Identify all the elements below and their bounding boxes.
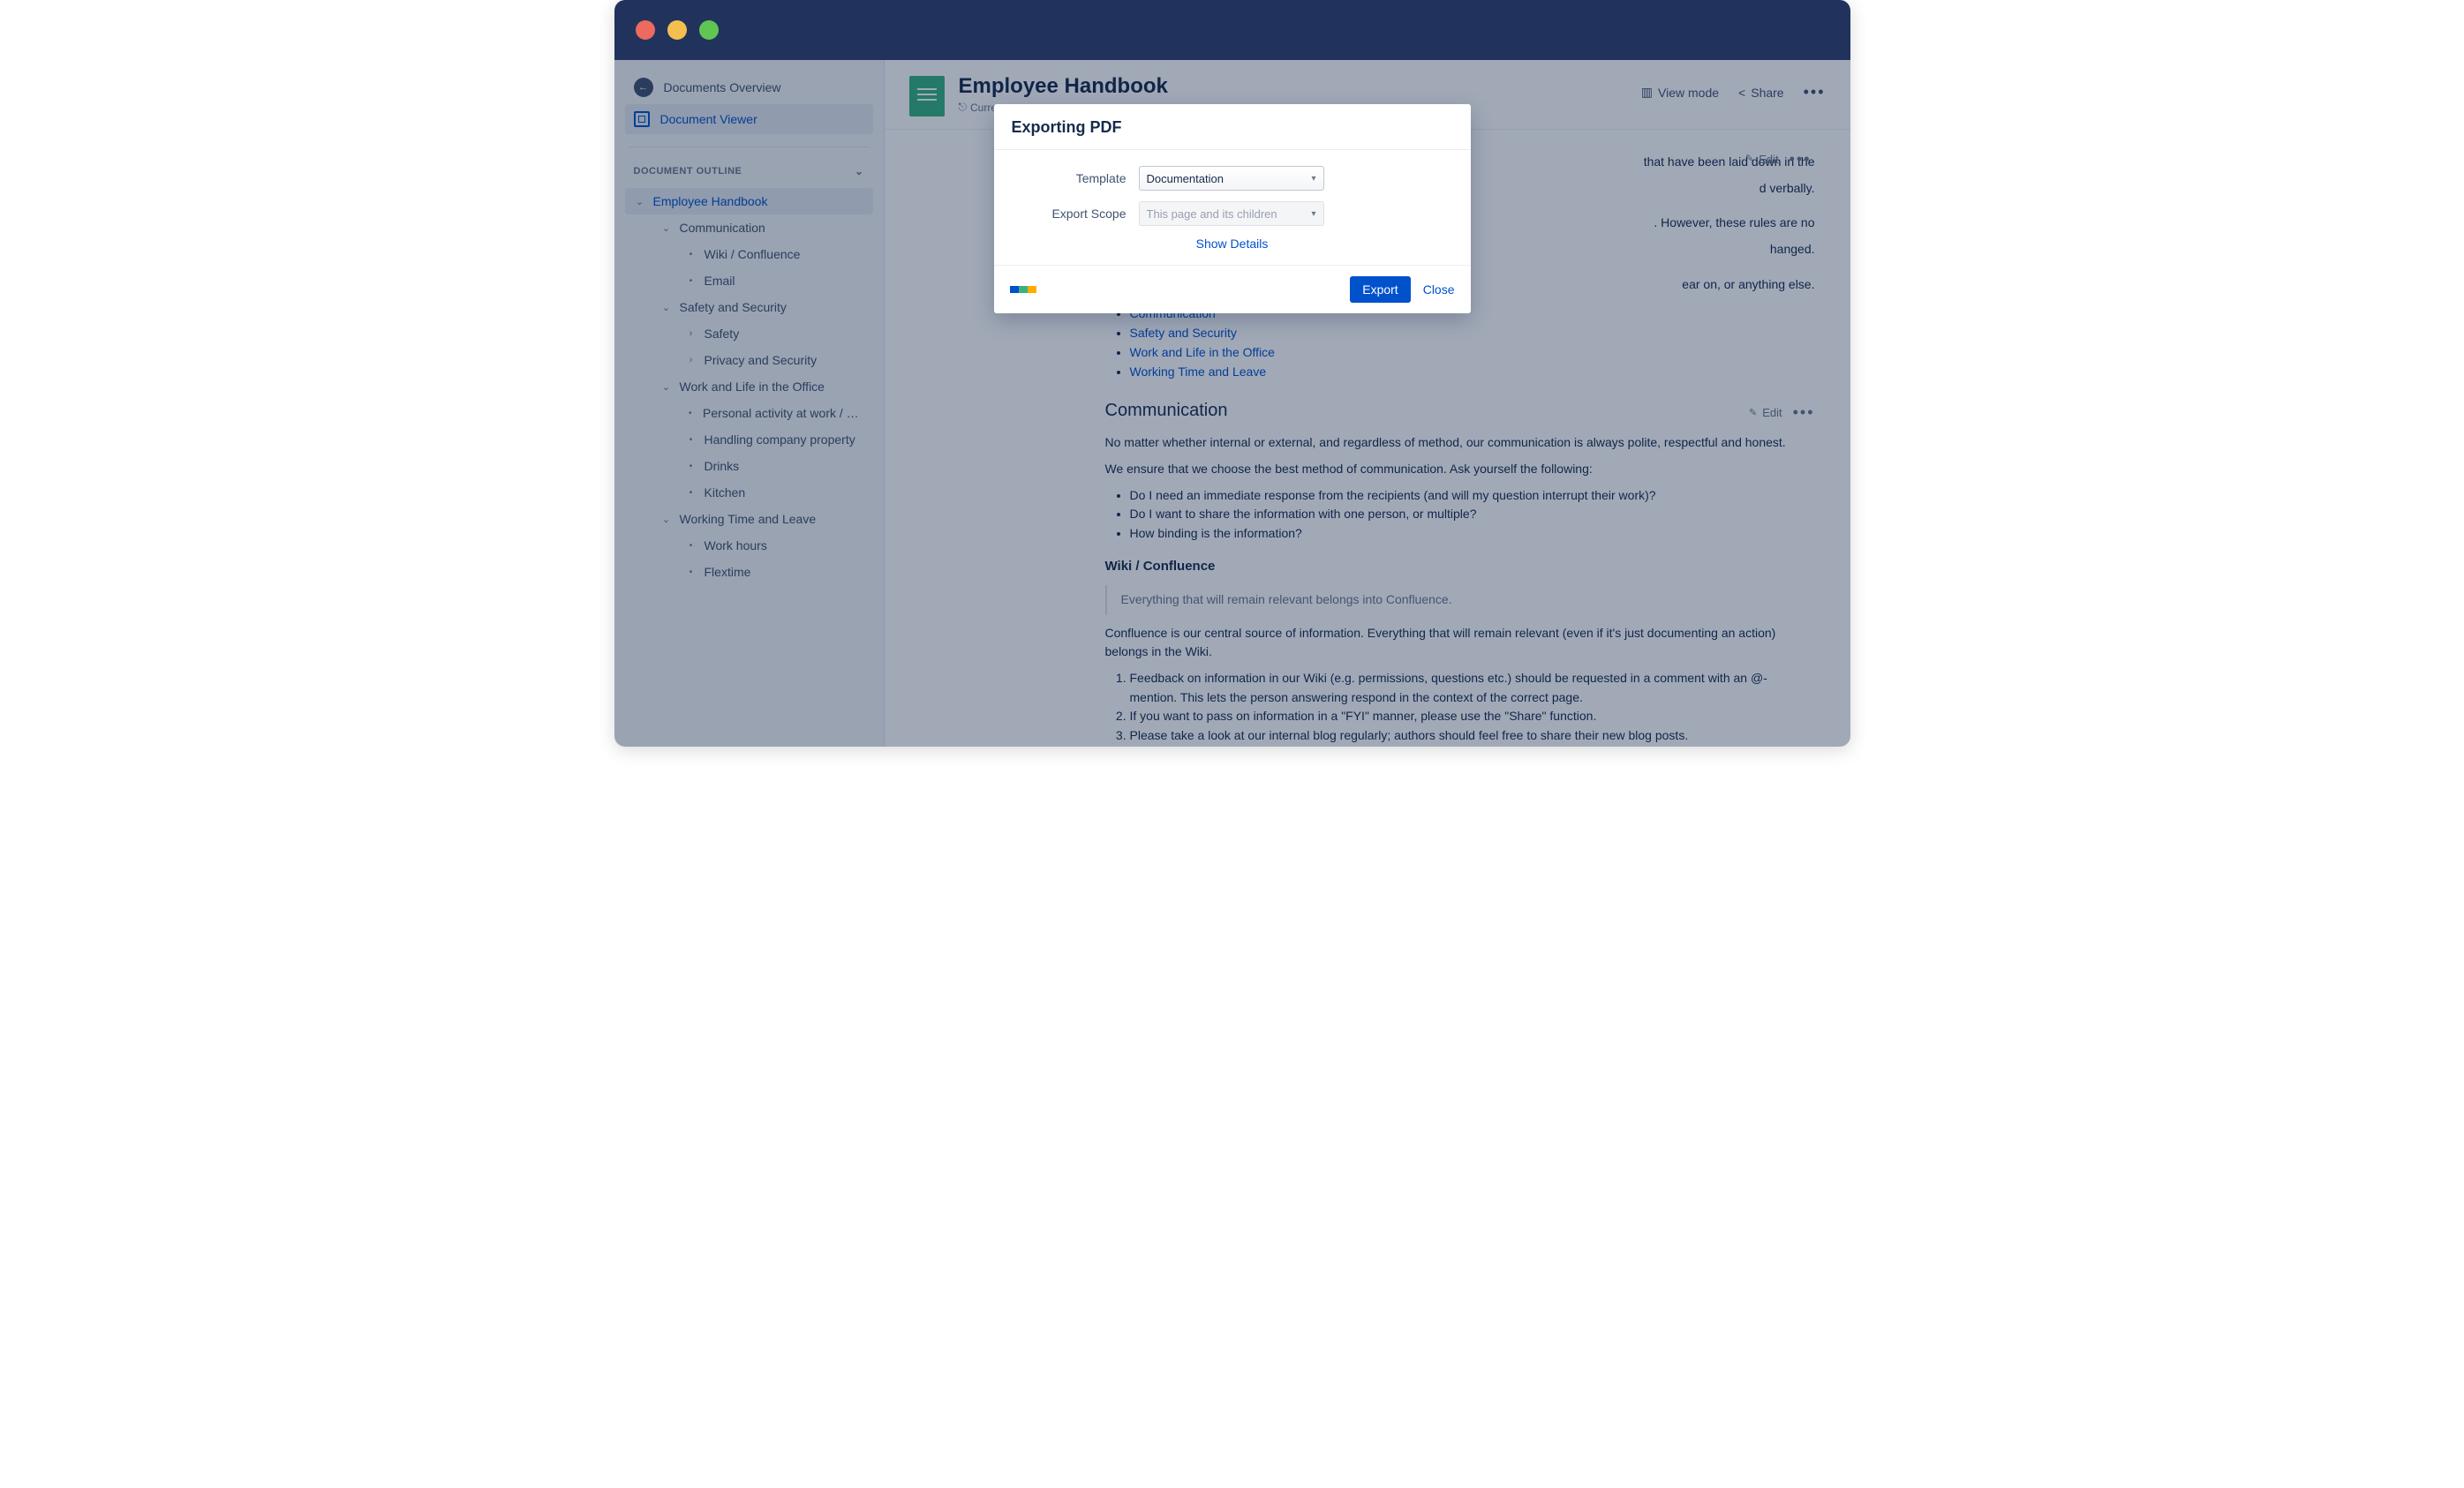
scope-field: Export Scope This page and its children … [1015, 201, 1450, 226]
close-button[interactable]: Close [1423, 282, 1455, 297]
brand-stripe-icon [1010, 286, 1036, 293]
scope-label: Export Scope [1015, 207, 1139, 221]
template-label: Template [1015, 171, 1139, 185]
export-button[interactable]: Export [1350, 276, 1410, 303]
app-window: ← Documents Overview Document Viewer DOC… [614, 0, 1850, 747]
export-pdf-modal: Exporting PDF Template Documentation ▾ E… [994, 104, 1471, 313]
window-close-dot[interactable] [636, 20, 655, 40]
window-titlebar [614, 0, 1850, 60]
window-minimize-dot[interactable] [667, 20, 687, 40]
modal-title: Exporting PDF [994, 104, 1471, 150]
scope-value: This page and its children [1147, 207, 1277, 221]
modal-actions: Export Close [1350, 276, 1454, 303]
select-caret-icon: ▾ [1311, 174, 1315, 184]
scope-select: This page and its children ▾ [1139, 201, 1324, 226]
window-zoom-dot[interactable] [699, 20, 719, 40]
template-value: Documentation [1147, 172, 1224, 185]
modal-body: Template Documentation ▾ Export Scope Th… [994, 150, 1471, 265]
modal-footer: Export Close [994, 265, 1471, 313]
template-field: Template Documentation ▾ [1015, 166, 1450, 191]
show-details-link[interactable]: Show Details [1196, 237, 1269, 251]
template-select[interactable]: Documentation ▾ [1139, 166, 1324, 191]
select-caret-icon: ▾ [1311, 209, 1315, 219]
show-details-row: Show Details [1015, 237, 1450, 252]
